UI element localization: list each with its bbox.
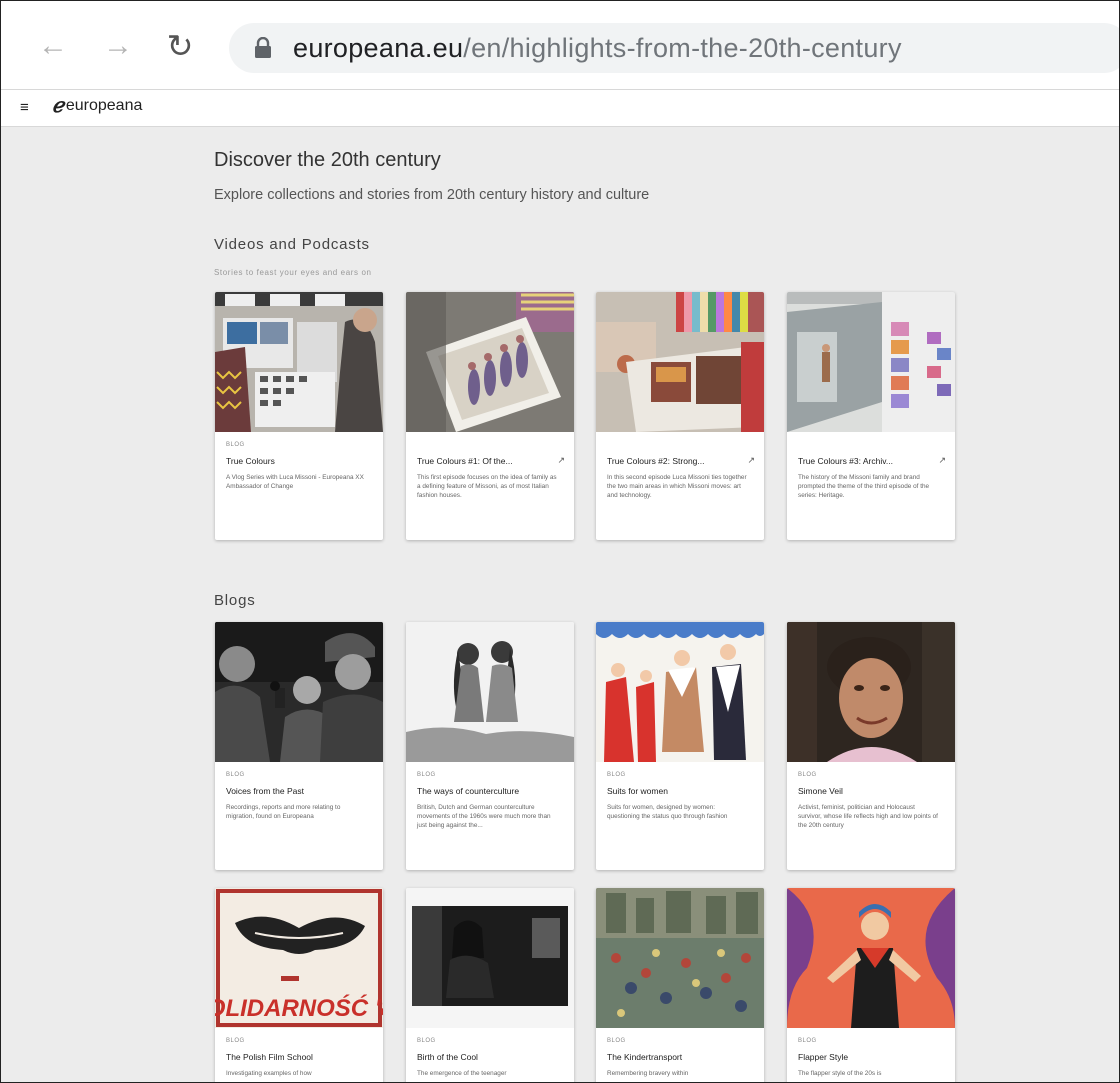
card-title: True Colours: [226, 456, 275, 466]
url-path: /en/highlights-from-the-20th-century: [463, 33, 902, 63]
card-description: This first episode focuses on the idea o…: [417, 474, 557, 499]
blog-card[interactable]: BLOG The Kindertransport Remembering bra…: [596, 888, 764, 1082]
card-description: A Vlog Series with Luca Missoni - Europe…: [226, 474, 364, 490]
card-image: [787, 292, 955, 432]
external-link-icon[interactable]: ↗: [938, 455, 946, 466]
card-image: [596, 888, 764, 1028]
card-title: The Kindertransport: [607, 1052, 683, 1062]
external-link-icon[interactable]: ↗: [747, 455, 755, 466]
card-title: True Colours #3: Archiv...: [798, 456, 893, 466]
card-title: True Colours #2: Strong...: [607, 456, 705, 466]
card-label: BLOG: [798, 1038, 817, 1044]
blog-card[interactable]: BLOG Birth of the Cool The emergence of …: [406, 888, 574, 1082]
site-header: ≡ ℯ europeana: [1, 90, 1119, 127]
card-description: Remembering bravery within: [607, 1070, 689, 1077]
blog-card[interactable]: BLOG Flapper Style The flapper style of …: [787, 888, 955, 1082]
card-title: Voices from the Past: [226, 786, 304, 796]
card-image: [787, 622, 955, 762]
video-card[interactable]: True Colours #1: Of the... ↗ This first …: [406, 292, 574, 540]
blog-card[interactable]: SOLIDARNOŚĆ '89 BLOG The Polish Film Sch…: [215, 888, 383, 1082]
reload-icon[interactable]: ↻: [162, 28, 198, 64]
card-image: [215, 292, 383, 432]
card-image: [596, 622, 764, 762]
card-description: Recordings, reports and more relating to…: [226, 804, 341, 820]
blog-card[interactable]: BLOG The ways of counterculture British,…: [406, 622, 574, 870]
card-description: Investigating examples of how: [226, 1070, 312, 1077]
card-label: BLOG: [417, 1038, 436, 1044]
blog-card[interactable]: BLOG Voices from the Past Recordings, re…: [215, 622, 383, 870]
card-description: Activist, feminist, politician and Holoc…: [798, 804, 938, 829]
video-card[interactable]: BLOG True Colours A Vlog Series with Luc…: [215, 292, 383, 540]
card-description: The flapper style of the 20s is: [798, 1070, 882, 1077]
card-label: BLOG: [226, 1038, 245, 1044]
card-description: The emergence of the teenager: [417, 1070, 507, 1077]
card-image: [215, 622, 383, 762]
card-title: The ways of counterculture: [417, 786, 520, 796]
video-card[interactable]: True Colours #2: Strong... ↗ In this sec…: [596, 292, 764, 540]
logo-text: europeana: [65, 97, 143, 114]
card-title: Simone Veil: [798, 786, 843, 796]
blog-card[interactable]: BLOG Simone Veil Activist, feminist, pol…: [787, 622, 955, 870]
card-label: BLOG: [607, 1038, 626, 1044]
card-image: SOLIDARNOŚĆ '89: [215, 888, 383, 1028]
card-description: The history of the Missoni family and br…: [798, 474, 930, 499]
card-image: [406, 292, 574, 432]
card-image: [596, 292, 764, 432]
card-description: In this second episode Luca Missoni ties…: [607, 474, 747, 499]
card-description: British, Dutch and German counterculture…: [417, 804, 551, 829]
card-label: BLOG: [798, 772, 817, 778]
card-image: [406, 888, 574, 1028]
card-title: True Colours #1: Of the...: [417, 456, 513, 466]
url-domain: europeana.eu: [293, 33, 464, 63]
card-label: BLOG: [226, 772, 245, 778]
url-text: europeana.eu/en/highlights-from-the-20th…: [293, 33, 902, 64]
videos-section-subtitle: Stories to feast your eyes and ears on: [214, 268, 372, 277]
card-image: [787, 888, 955, 1028]
video-card[interactable]: True Colours #3: Archiv... ↗ The history…: [787, 292, 955, 540]
card-label: BLOG: [417, 772, 436, 778]
forward-icon[interactable]: →: [100, 28, 136, 64]
card-label: BLOG: [607, 772, 626, 778]
blogs-section-title: Blogs: [214, 592, 256, 609]
menu-icon[interactable]: ≡: [20, 99, 29, 116]
card-title: Birth of the Cool: [417, 1052, 478, 1062]
card-title: Flapper Style: [798, 1052, 849, 1062]
card-description: Suits for women, designed by women: ques…: [607, 804, 728, 820]
address-bar[interactable]: europeana.eu/en/highlights-from-the-20th…: [229, 23, 1119, 73]
external-link-icon[interactable]: ↗: [557, 455, 565, 466]
back-icon[interactable]: ←: [35, 28, 71, 64]
card-image: [406, 622, 574, 762]
logo-mark-icon: ℯ: [52, 95, 64, 117]
browser-window: ← → ↻ europeana.eu/en/highlights-from-th…: [0, 0, 1120, 1083]
browser-toolbar: ← → ↻ europeana.eu/en/highlights-from-th…: [1, 1, 1119, 90]
poster-text: SOLIDARNOŚĆ '89: [215, 994, 383, 1022]
lock-icon: [255, 37, 271, 58]
card-label: BLOG: [226, 442, 245, 448]
card-title: The Polish Film School: [226, 1052, 313, 1062]
card-title: Suits for women: [607, 786, 668, 796]
videos-section-title: Videos and Podcasts: [214, 236, 370, 253]
page-title: Discover the 20th century: [214, 149, 441, 171]
europeana-logo[interactable]: ℯ europeana: [52, 96, 142, 116]
page-subtitle: Explore collections and stories from 20t…: [214, 187, 650, 203]
blog-card[interactable]: BLOG Suits for women Suits for women, de…: [596, 622, 764, 870]
